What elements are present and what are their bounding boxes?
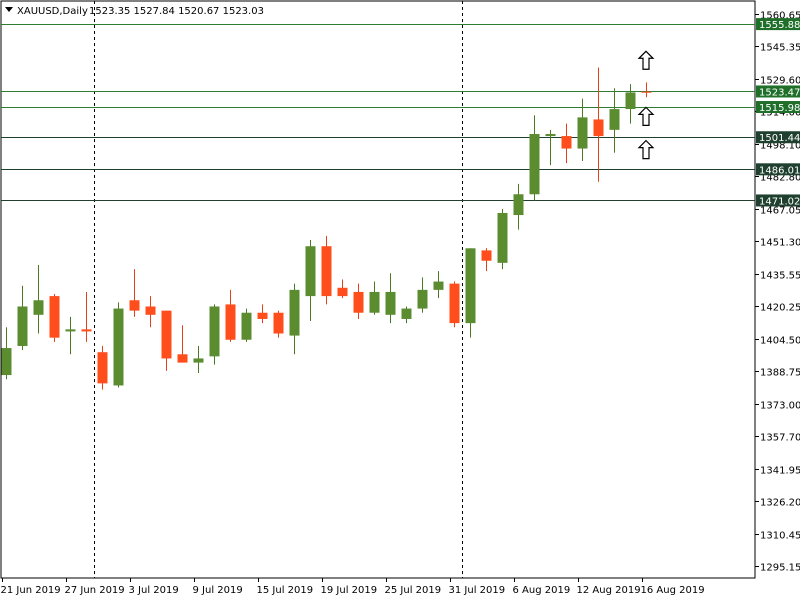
candle-body — [577, 117, 588, 149]
candle-body — [497, 212, 508, 263]
level-tag-label: 1515.98 — [759, 103, 800, 114]
candle-body — [641, 91, 652, 93]
x-tick-label: 9 Jul 2019 — [193, 585, 243, 596]
candle-body — [1, 348, 12, 376]
candle-body — [129, 300, 140, 311]
candle-body — [65, 329, 76, 332]
y-tick-label: 1357.70 — [760, 433, 800, 444]
chart-header: XAUUSD,Daily 1523.35 1527.84 1520.67 152… — [5, 6, 264, 17]
candle-body — [177, 354, 188, 363]
y-tick-label: 1451.30 — [760, 238, 800, 249]
y-tick-label: 1420.25 — [760, 303, 800, 314]
y-tick-label: 1529.60 — [760, 76, 800, 87]
candle-body — [369, 291, 380, 313]
candle-body — [433, 281, 444, 290]
candle-body — [113, 308, 124, 386]
x-tick-label: 21 Jun 2019 — [1, 585, 61, 596]
y-tick-label: 1295.15 — [760, 563, 800, 574]
level-tag-label: 1501.44 — [759, 133, 800, 144]
candle-body — [193, 358, 204, 363]
level-tag-label: 1523.47 — [759, 87, 800, 98]
candle-body — [513, 194, 524, 216]
candle-body — [593, 119, 604, 137]
x-tick-label: 19 Jul 2019 — [321, 585, 378, 596]
time-axis: 21 Jun 2019 27 Jun 2019 3 Jul 2019 9 Jul 20… — [1, 578, 705, 596]
x-tick-label: 27 Jun 2019 — [65, 585, 125, 596]
candle-body — [529, 134, 540, 195]
y-tick-label: 1373.00 — [760, 401, 800, 412]
symbol-label: XAUUSD,Daily — [17, 6, 88, 17]
candle-body — [481, 250, 492, 261]
x-tick-label: 16 Aug 2019 — [641, 585, 705, 596]
candle-body — [401, 308, 412, 319]
candle-body — [145, 306, 156, 315]
candle-body — [625, 92, 636, 110]
candle-body — [353, 291, 364, 313]
y-tick-label: 1435.55 — [760, 271, 800, 282]
candle-body — [17, 306, 28, 346]
candle-body — [161, 310, 172, 359]
candle-body — [545, 134, 556, 137]
x-tick-label: 3 Jul 2019 — [129, 585, 179, 596]
x-tick-label: 25 Jul 2019 — [385, 585, 442, 596]
candle-body — [609, 109, 620, 130]
candle-body — [385, 291, 396, 315]
candle-body — [289, 289, 300, 336]
candle-body — [337, 287, 348, 297]
y-tick-label: 1326.20 — [760, 498, 800, 509]
candle-body — [49, 296, 60, 338]
candle-body — [561, 136, 572, 149]
candle-body — [81, 329, 92, 332]
candle-body — [225, 304, 236, 340]
candlestick-chart[interactable]: XAUUSD,Daily 1523.35 1527.84 1520.67 152… — [0, 0, 800, 600]
level-tag-label: 1486.01 — [759, 165, 800, 176]
candle-body — [209, 306, 220, 357]
level-tag-label: 1555.88 — [759, 20, 800, 31]
candle-body — [97, 352, 108, 384]
y-tick-label: 1388.75 — [760, 368, 800, 379]
candle-body — [417, 289, 428, 309]
plot-frame — [0, 0, 756, 579]
y-tick-label: 1310.45 — [760, 531, 800, 542]
y-tick-label: 1545.35 — [760, 43, 800, 54]
ohlc-readout: 1523.35 1527.84 1520.67 1523.03 — [89, 6, 264, 17]
candle-body — [241, 312, 252, 340]
y-tick-label: 1404.50 — [760, 336, 800, 347]
y-tick-label: 1341.95 — [760, 466, 800, 477]
candle-body — [273, 312, 284, 334]
candle-body — [257, 312, 268, 319]
chart-window[interactable]: XAUUSD,Daily 1523.35 1527.84 1520.67 152… — [0, 0, 800, 600]
x-tick-label: 15 Jul 2019 — [257, 585, 314, 596]
candle-body — [33, 300, 44, 315]
candle-body — [449, 283, 460, 324]
x-tick-label: 31 Jul 2019 — [449, 585, 506, 596]
x-tick-label: 6 Aug 2019 — [513, 585, 571, 596]
candle-body — [321, 246, 332, 297]
candle-body — [305, 246, 316, 297]
candle-body — [465, 248, 476, 324]
x-tick-label: 12 Aug 2019 — [577, 585, 641, 596]
level-tag-label: 1471.02 — [759, 196, 800, 207]
